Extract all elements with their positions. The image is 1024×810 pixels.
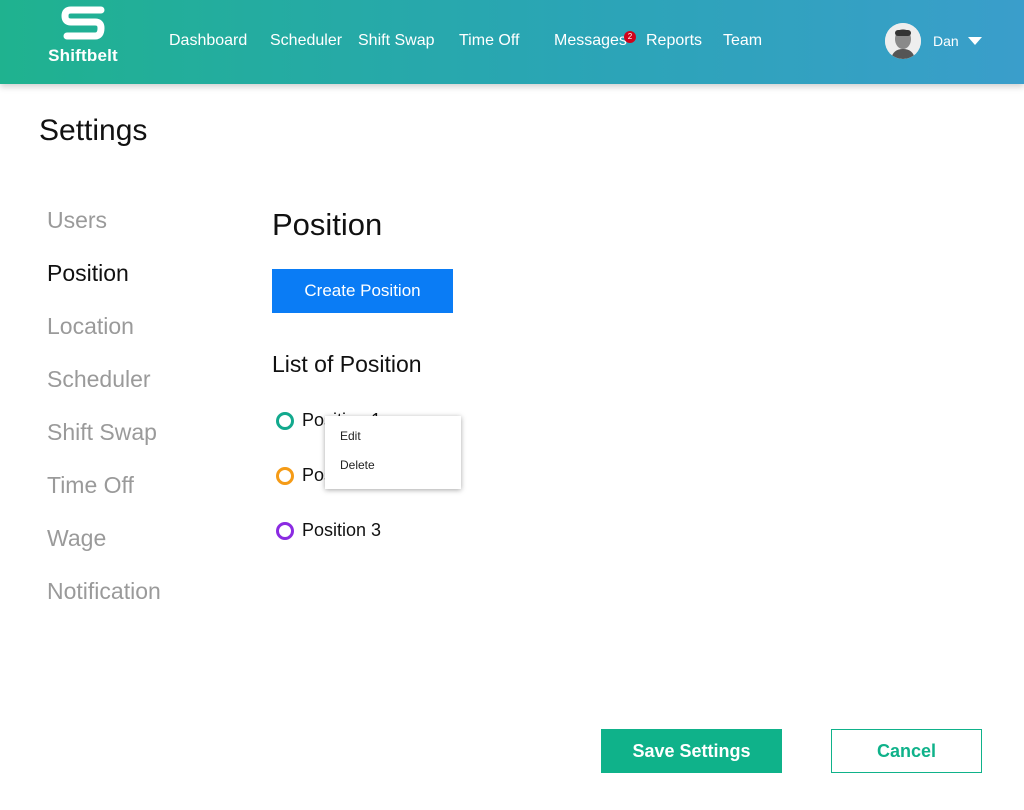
nav-shift-swap[interactable]: Shift Swap xyxy=(358,32,434,50)
sidebar-item-shift-swap[interactable]: Shift Swap xyxy=(47,419,157,446)
sidebar-item-location[interactable]: Location xyxy=(47,313,134,340)
sidebar-item-users[interactable]: Users xyxy=(47,207,107,234)
save-settings-button[interactable]: Save Settings xyxy=(601,729,782,773)
shiftbelt-logo[interactable]: Shiftbelt xyxy=(44,6,122,76)
create-position-button[interactable]: Create Position xyxy=(272,269,453,313)
top-navigation-bar: Shiftbelt Dashboard Scheduler Shift Swap… xyxy=(0,0,1024,84)
nav-reports[interactable]: Reports xyxy=(646,32,702,50)
position-color-ring-icon xyxy=(276,467,294,485)
nav-messages[interactable]: Messages xyxy=(554,32,627,50)
cancel-button[interactable]: Cancel xyxy=(831,729,982,773)
user-avatar-icon xyxy=(885,23,921,59)
shiftbelt-logo-icon xyxy=(61,6,105,40)
position-label: Position 3 xyxy=(302,520,382,540)
nav-scheduler[interactable]: Scheduler xyxy=(270,32,342,50)
sidebar-item-position[interactable]: Position xyxy=(47,260,129,287)
position-color-ring-icon xyxy=(276,522,294,540)
sidebar-item-scheduler[interactable]: Scheduler xyxy=(47,366,151,393)
user-avatar[interactable] xyxy=(885,23,921,59)
position-context-menu: Edit Delete xyxy=(325,416,461,489)
context-menu-delete[interactable]: Delete xyxy=(340,458,375,472)
position-color-ring-icon xyxy=(276,412,294,430)
sidebar-item-time-off[interactable]: Time Off xyxy=(47,472,134,499)
chevron-down-icon[interactable] xyxy=(968,37,982,45)
user-name[interactable]: Dan xyxy=(933,33,959,49)
messages-count-badge: 2 xyxy=(624,31,636,43)
page-title: Settings xyxy=(39,114,148,147)
context-menu-edit[interactable]: Edit xyxy=(340,429,361,443)
nav-dashboard[interactable]: Dashboard xyxy=(169,32,247,50)
sidebar-item-wage[interactable]: Wage xyxy=(47,525,106,552)
brand-name: Shiftbelt xyxy=(48,46,118,65)
section-title: Position xyxy=(272,207,383,242)
nav-team[interactable]: Team xyxy=(723,32,762,50)
nav-time-off[interactable]: Time Off xyxy=(459,32,519,50)
position-list-title: List of Position xyxy=(272,351,422,377)
sidebar-item-notification[interactable]: Notification xyxy=(47,578,161,605)
